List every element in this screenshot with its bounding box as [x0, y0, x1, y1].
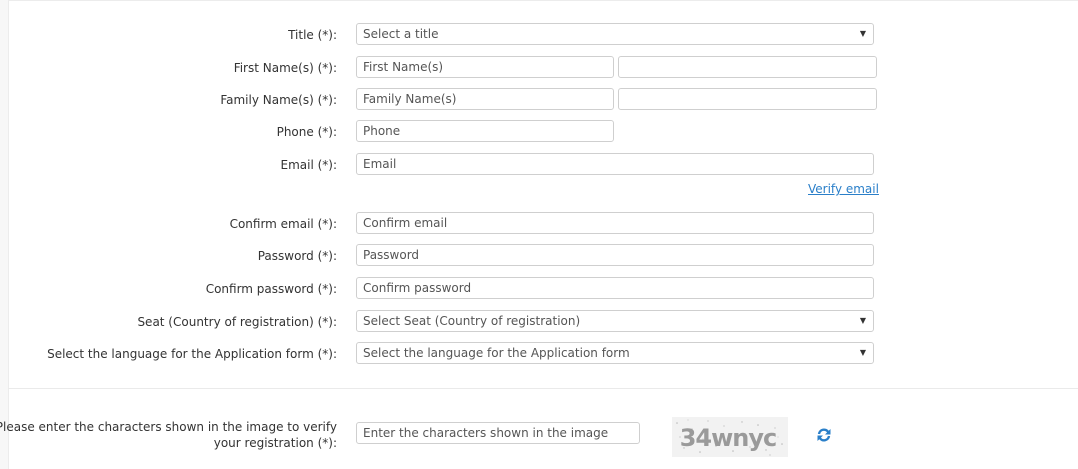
captcha-label-line1: Please enter the characters shown in the… [0, 420, 337, 434]
confirm-email-label: Confirm email (*): [229, 217, 337, 231]
seat-select-value: Select Seat (Country of registration) [363, 314, 581, 328]
first-name-secondary-input[interactable] [618, 56, 877, 78]
chevron-down-icon: ▼ [859, 29, 866, 38]
password-label: Password (*): [257, 249, 337, 263]
captcha-text: 34wnyc [680, 424, 777, 452]
language-select[interactable]: Select the language for the Application … [356, 342, 874, 364]
family-name-label: Family Name(s) (*): [220, 93, 337, 107]
chevron-down-icon: ▼ [859, 348, 866, 357]
refresh-icon[interactable] [816, 427, 832, 443]
title-label: Title (*): [288, 28, 337, 42]
phone-label: Phone (*): [276, 125, 337, 139]
section-divider [8, 388, 1078, 389]
captcha-label: Please enter the characters shown in the… [0, 419, 337, 451]
title-select[interactable]: Select a title ▼ [356, 23, 874, 45]
confirm-password-input[interactable] [356, 277, 874, 299]
family-name-secondary-input[interactable] [618, 88, 877, 110]
first-name-label: First Name(s) (*): [233, 61, 337, 75]
password-input[interactable] [356, 244, 874, 266]
phone-input[interactable] [356, 120, 614, 142]
language-label: Select the language for the Application … [47, 347, 337, 361]
captcha-image: 34wnyc [672, 417, 788, 457]
first-name-input[interactable] [356, 56, 614, 78]
chevron-down-icon: ▼ [859, 316, 866, 325]
verify-email-link[interactable]: Verify email [808, 182, 879, 196]
confirm-email-input[interactable] [356, 212, 874, 234]
seat-select[interactable]: Select Seat (Country of registration) ▼ [356, 310, 874, 332]
seat-label: Seat (Country of registration) (*): [137, 315, 337, 329]
family-name-input[interactable] [356, 88, 614, 110]
title-select-value: Select a title [363, 27, 439, 41]
captcha-label-line2: your registration (*): [213, 436, 337, 450]
language-select-value: Select the language for the Application … [363, 346, 630, 360]
confirm-password-label: Confirm password (*): [205, 282, 337, 296]
email-input[interactable] [356, 153, 874, 175]
captcha-input[interactable] [356, 422, 640, 444]
email-label: Email (*): [280, 158, 337, 172]
